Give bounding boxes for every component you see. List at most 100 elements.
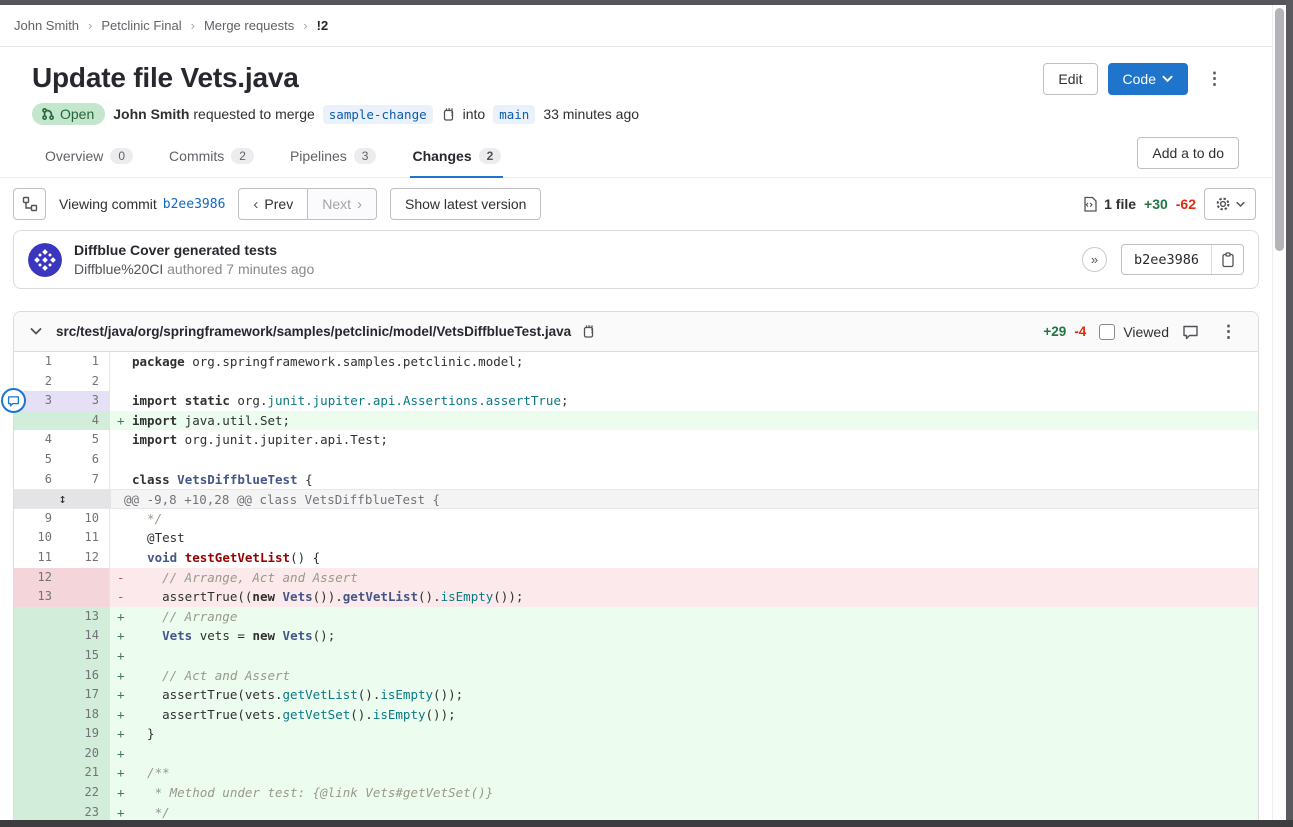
- new-line-number[interactable]: 7: [62, 470, 110, 490]
- next-commit-button[interactable]: Next›: [308, 188, 377, 220]
- commit-title-link[interactable]: Diffblue Cover generated tests: [74, 242, 314, 258]
- new-line-number[interactable]: 15: [62, 646, 110, 666]
- mr-header: Update file Vets.java Edit Code ⋮: [0, 47, 1272, 95]
- more-actions-kebab-icon[interactable]: ⋮: [1198, 67, 1232, 91]
- code-line: + */: [110, 803, 1258, 820]
- code-button[interactable]: Code: [1108, 63, 1188, 95]
- new-line-number[interactable]: 11: [62, 528, 110, 548]
- new-line-number[interactable]: 13: [62, 607, 110, 627]
- new-line-number[interactable]: 12: [62, 548, 110, 568]
- diff-row: 12 - // Arrange, Act and Assert: [14, 568, 1258, 588]
- diff-row: 910 */: [14, 509, 1258, 529]
- file-path[interactable]: src/test/java/org/springframework/sample…: [56, 324, 571, 339]
- new-line-number[interactable]: [62, 568, 110, 588]
- new-line-number[interactable]: 21: [62, 763, 110, 783]
- viewed-checkbox[interactable]: [1099, 324, 1115, 340]
- new-line-number[interactable]: 1: [62, 352, 110, 372]
- new-line-number[interactable]: 16: [62, 666, 110, 686]
- code-line: + * Method under test: {@link Vets#getVe…: [110, 783, 1258, 803]
- old-line-number[interactable]: 5: [14, 450, 62, 470]
- chevron-down-icon: [1236, 201, 1245, 208]
- copy-sha-button[interactable]: [1211, 245, 1243, 274]
- old-line-number[interactable]: 1: [14, 352, 62, 372]
- old-line-number[interactable]: 6: [14, 470, 62, 490]
- new-line-number[interactable]: 3: [62, 391, 110, 411]
- diff-row: 20+: [14, 744, 1258, 764]
- edit-button[interactable]: Edit: [1043, 63, 1097, 95]
- page-scrollbar[interactable]: [1272, 5, 1286, 820]
- diff-row: 23+ */: [14, 803, 1258, 820]
- new-line-number[interactable]: 17: [62, 685, 110, 705]
- old-line-number[interactable]: [14, 411, 62, 431]
- viewed-toggle[interactable]: Viewed: [1099, 324, 1169, 340]
- new-line-number[interactable]: 5: [62, 430, 110, 450]
- code-line: package org.springframework.samples.petc…: [110, 352, 1258, 372]
- diff-row: 17+ assertTrue(vets.getVetList().isEmpty…: [14, 685, 1258, 705]
- copy-branch-icon[interactable]: [441, 107, 455, 122]
- old-line-number[interactable]: [14, 705, 62, 725]
- new-line-number[interactable]: 19: [62, 724, 110, 744]
- copy-file-path-icon[interactable]: [581, 324, 595, 339]
- old-line-number[interactable]: 2: [14, 372, 62, 392]
- file-comment-icon[interactable]: [1182, 324, 1199, 340]
- page-title: Update file Vets.java: [32, 61, 299, 95]
- code-line: - // Arrange, Act and Assert: [110, 568, 1258, 588]
- hunk-header-text: @@ -9,8 +10,28 @@ class VetsDiffblueTest…: [111, 490, 1258, 508]
- new-line-number[interactable]: 22: [62, 783, 110, 803]
- old-line-number[interactable]: 9: [14, 509, 62, 529]
- old-line-number[interactable]: [14, 783, 62, 803]
- old-line-number[interactable]: [14, 744, 62, 764]
- code-line: +: [110, 646, 1258, 666]
- tab-pipelines[interactable]: Pipelines3: [288, 140, 379, 177]
- mr-author[interactable]: John Smith: [113, 106, 189, 122]
- new-line-number[interactable]: 14: [62, 626, 110, 646]
- new-line-number[interactable]: 2: [62, 372, 110, 392]
- old-line-number[interactable]: [14, 626, 62, 646]
- old-line-number[interactable]: [14, 803, 62, 820]
- scrollbar-thumb[interactable]: [1275, 8, 1284, 251]
- new-line-number[interactable]: 6: [62, 450, 110, 470]
- new-line-number[interactable]: 20: [62, 744, 110, 764]
- new-line-number[interactable]: 10: [62, 509, 110, 529]
- old-line-number[interactable]: 12: [14, 568, 62, 588]
- tab-overview[interactable]: Overview0: [43, 140, 135, 177]
- diff-settings-button[interactable]: [1204, 188, 1256, 220]
- commit-bar: Viewing commit b2ee3986 ‹Prev Next› Show…: [0, 178, 1272, 228]
- new-line-number[interactable]: 23: [62, 803, 110, 820]
- tab-commits[interactable]: Commits2: [167, 140, 256, 177]
- old-line-number[interactable]: [14, 685, 62, 705]
- collapse-file-chevron-icon[interactable]: [26, 327, 46, 336]
- add-todo-button[interactable]: Add a to do: [1137, 137, 1239, 169]
- breadcrumb-item[interactable]: John Smith: [14, 18, 79, 33]
- old-line-number[interactable]: [14, 724, 62, 744]
- viewing-commit-sha-link[interactable]: b2ee3986: [163, 197, 226, 212]
- old-line-number[interactable]: 11: [14, 548, 62, 568]
- new-line-number[interactable]: [62, 587, 110, 607]
- source-branch-chip[interactable]: sample-change: [323, 105, 433, 124]
- new-line-number[interactable]: 18: [62, 705, 110, 725]
- file-diff-stats: +29 -4: [1043, 324, 1086, 339]
- viewed-label: Viewed: [1123, 324, 1169, 340]
- file-options-kebab-icon[interactable]: ⋮: [1212, 320, 1246, 344]
- old-line-number[interactable]: [14, 763, 62, 783]
- breadcrumb-item[interactable]: Merge requests: [204, 18, 294, 33]
- target-branch-chip[interactable]: main: [493, 105, 535, 124]
- diff-table: 11package org.springframework.samples.pe…: [14, 352, 1258, 820]
- breadcrumb-item[interactable]: !2: [317, 18, 329, 33]
- new-line-number[interactable]: 4: [62, 411, 110, 431]
- old-line-number[interactable]: 4: [14, 430, 62, 450]
- show-latest-version-button[interactable]: Show latest version: [390, 188, 541, 220]
- browse-files-button[interactable]: »: [1082, 247, 1107, 272]
- tab-changes[interactable]: Changes2: [410, 140, 503, 177]
- old-line-number[interactable]: [14, 646, 62, 666]
- old-line-number[interactable]: [14, 666, 62, 686]
- file-tree-toggle-button[interactable]: [13, 188, 46, 220]
- old-line-number[interactable]: [14, 607, 62, 627]
- old-line-number[interactable]: 10: [14, 528, 62, 548]
- old-line-number[interactable]: 13: [14, 587, 62, 607]
- gear-icon: [1215, 196, 1231, 212]
- commit-meta: Diffblue%20CI authored 7 minutes ago: [74, 261, 314, 277]
- expand-lines-button[interactable]: ↕: [14, 490, 111, 508]
- prev-commit-button[interactable]: ‹Prev: [238, 188, 308, 220]
- breadcrumb-item[interactable]: Petclinic Final: [101, 18, 181, 33]
